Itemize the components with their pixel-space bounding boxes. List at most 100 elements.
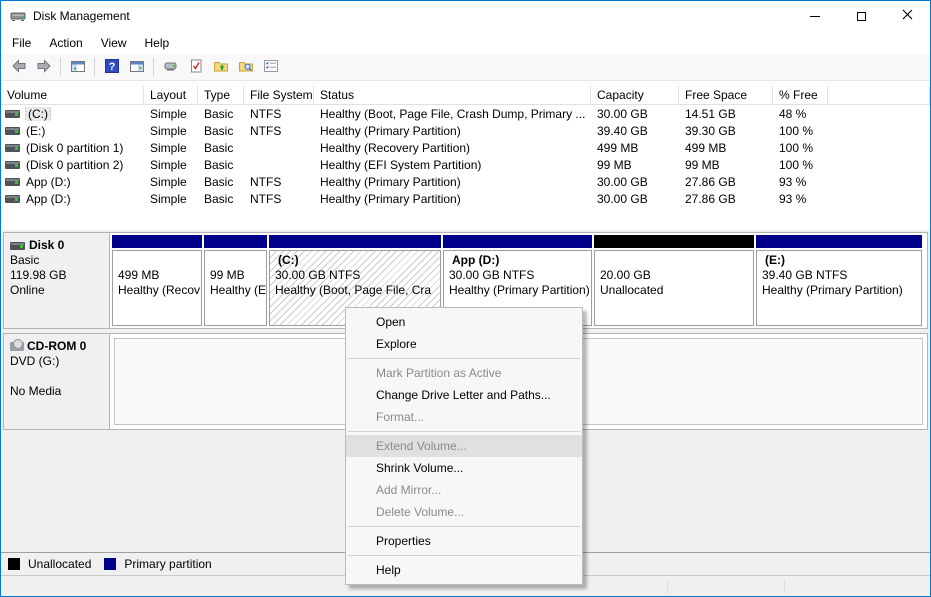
legend-primary-partition: Primary partition bbox=[104, 557, 211, 571]
column-header-type[interactable]: Type bbox=[198, 86, 244, 104]
maximize-icon bbox=[857, 12, 866, 21]
context-menu-item-shrink-volume[interactable]: Shrink Volume... bbox=[346, 457, 582, 479]
task-check-icon bbox=[188, 58, 204, 77]
disk-icon bbox=[10, 242, 25, 250]
cdrom-label[interactable]: CD-ROM 0 DVD (G:) No Media bbox=[4, 334, 110, 429]
context-menu-item-format: Format... bbox=[346, 406, 582, 428]
menu-help[interactable]: Help bbox=[136, 33, 179, 53]
column-header-capacity[interactable]: Capacity bbox=[591, 86, 679, 104]
capacity-cell: 30.00 GB bbox=[591, 107, 679, 121]
partition-recovery[interactable]: 499 MB Healthy (Recov bbox=[112, 235, 202, 326]
volume-drive-icon bbox=[5, 144, 20, 152]
free-space-cell: 27.86 GB bbox=[679, 175, 773, 189]
disk-management-window: Disk Management File Action View Help ? … bbox=[0, 0, 931, 597]
menu-file[interactable]: File bbox=[3, 33, 40, 53]
partition-header-bar bbox=[443, 235, 592, 248]
status-cell: Healthy (EFI System Partition) bbox=[314, 158, 591, 172]
pct-free-cell: 93 % bbox=[773, 192, 828, 206]
pct-free-cell: 100 % bbox=[773, 124, 828, 138]
action-pane-icon bbox=[129, 58, 145, 77]
device-action-button[interactable] bbox=[158, 56, 183, 79]
volume-row-c[interactable]: (C:) Simple Basic NTFS Healthy (Boot, Pa… bbox=[1, 105, 930, 122]
help-icon: ? bbox=[104, 58, 120, 77]
menu-bar: File Action View Help bbox=[1, 31, 930, 54]
context-menu-item-help[interactable]: Help bbox=[346, 559, 582, 581]
volume-row-partition2[interactable]: (Disk 0 partition 2) Simple Basic Health… bbox=[1, 156, 930, 173]
pct-free-cell: 100 % bbox=[773, 141, 828, 155]
volume-row-d1[interactable]: App (D:) Simple Basic NTFS Healthy (Prim… bbox=[1, 173, 930, 190]
menu-view[interactable]: View bbox=[92, 33, 136, 53]
type-cell: Basic bbox=[198, 141, 244, 155]
partition-name bbox=[600, 253, 753, 268]
partition-name: App (D:) bbox=[449, 253, 591, 268]
partition-size: 499 MB bbox=[118, 268, 201, 283]
column-header-layout[interactable]: Layout bbox=[144, 86, 198, 104]
forward-button[interactable] bbox=[31, 56, 56, 79]
partition-name bbox=[210, 253, 266, 268]
partition-unallocated[interactable]: 20.00 GB Unallocated bbox=[594, 235, 754, 326]
unallocated-swatch-icon bbox=[8, 558, 20, 570]
legend-label: Primary partition bbox=[124, 557, 211, 571]
layout-cell: Simple bbox=[144, 107, 198, 121]
disk0-label[interactable]: Disk 0 Basic 119.98 GB Online bbox=[4, 233, 110, 328]
show-action-pane-button[interactable] bbox=[124, 56, 149, 79]
volume-row-d2[interactable]: App (D:) Simple Basic NTFS Healthy (Prim… bbox=[1, 190, 930, 207]
toolbar: ? bbox=[1, 54, 930, 81]
capacity-cell: 30.00 GB bbox=[591, 192, 679, 206]
partition-status: Unallocated bbox=[600, 283, 753, 298]
context-menu-item-change-drive-letter[interactable]: Change Drive Letter and Paths... bbox=[346, 384, 582, 406]
pct-free-cell: 100 % bbox=[773, 158, 828, 172]
folder-search-icon bbox=[238, 58, 254, 77]
column-header-volume[interactable]: Volume bbox=[1, 86, 144, 104]
cdrom-kind: DVD (G:) bbox=[10, 354, 105, 369]
partition-header-bar bbox=[269, 235, 441, 248]
back-button[interactable] bbox=[6, 56, 31, 79]
status-cell: Healthy (Boot, Page File, Crash Dump, Pr… bbox=[314, 107, 591, 121]
volume-list-pane: Volume Layout Type File System Status Ca… bbox=[1, 81, 930, 230]
context-menu: Open Explore Mark Partition as Active Ch… bbox=[345, 307, 583, 585]
column-header-free-space[interactable]: Free Space bbox=[679, 86, 773, 104]
minimize-icon bbox=[810, 16, 820, 17]
partition-e[interactable]: (E:) 39.40 GB NTFS Healthy (Primary Part… bbox=[756, 235, 922, 326]
column-header-status[interactable]: Status bbox=[314, 86, 591, 104]
task-check-button[interactable] bbox=[183, 56, 208, 79]
fs-cell: NTFS bbox=[244, 107, 314, 121]
volume-drive-icon bbox=[5, 127, 20, 135]
context-menu-item-properties[interactable]: Properties bbox=[346, 530, 582, 552]
context-menu-item-mark-partition-active: Mark Partition as Active bbox=[346, 362, 582, 384]
help-button[interactable]: ? bbox=[99, 56, 124, 79]
partition-header-bar bbox=[594, 235, 754, 248]
volume-name: App (D:) bbox=[26, 175, 71, 189]
minimize-button[interactable] bbox=[792, 1, 838, 31]
maximize-button[interactable] bbox=[838, 1, 884, 31]
free-space-cell: 39.30 GB bbox=[679, 124, 773, 138]
device-icon bbox=[163, 58, 179, 77]
context-menu-item-explore[interactable]: Explore bbox=[346, 333, 582, 355]
layout-cell: Simple bbox=[144, 141, 198, 155]
free-space-cell: 499 MB bbox=[679, 141, 773, 155]
column-header-file-system[interactable]: File System bbox=[244, 86, 314, 104]
partition-header-bar bbox=[112, 235, 202, 248]
partition-header-bar bbox=[204, 235, 267, 248]
svg-text:?: ? bbox=[108, 61, 115, 73]
context-menu-item-delete-volume: Delete Volume... bbox=[346, 501, 582, 523]
context-menu-item-open[interactable]: Open bbox=[346, 311, 582, 333]
partition-efi[interactable]: 99 MB Healthy (EI bbox=[204, 235, 267, 326]
context-menu-separator bbox=[348, 358, 580, 359]
partition-size: 30.00 GB NTFS bbox=[449, 268, 591, 283]
type-cell: Basic bbox=[198, 107, 244, 121]
volume-row-partition1[interactable]: (Disk 0 partition 1) Simple Basic Health… bbox=[1, 139, 930, 156]
column-header-pct-free[interactable]: % Free bbox=[773, 86, 828, 104]
partition-name: (E:) bbox=[762, 253, 921, 268]
folder-search-button[interactable] bbox=[233, 56, 258, 79]
show-console-tree-button[interactable] bbox=[65, 56, 90, 79]
fs-cell: NTFS bbox=[244, 192, 314, 206]
legend-label: Unallocated bbox=[28, 557, 91, 571]
close-button[interactable] bbox=[884, 1, 930, 31]
volume-name: (Disk 0 partition 2) bbox=[26, 158, 123, 172]
volume-row-e[interactable]: (E:) Simple Basic NTFS Healthy (Primary … bbox=[1, 122, 930, 139]
folder-up-button[interactable] bbox=[208, 56, 233, 79]
menu-action[interactable]: Action bbox=[40, 33, 91, 53]
disk0-size: 119.98 GB bbox=[10, 268, 105, 283]
list-view-button[interactable] bbox=[258, 56, 283, 79]
